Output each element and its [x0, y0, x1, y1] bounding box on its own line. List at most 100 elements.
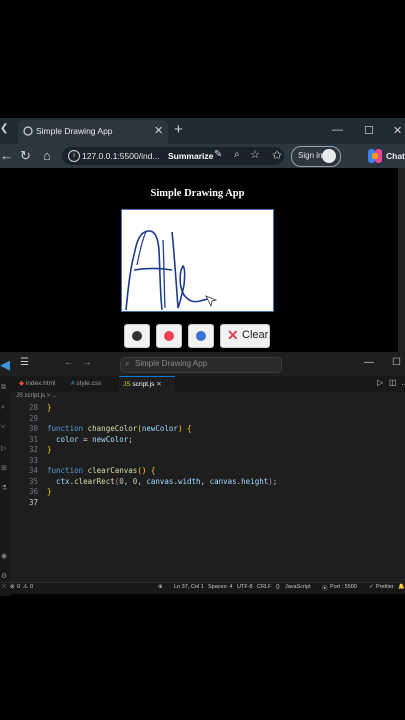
maximize-icon[interactable]: ☐	[392, 357, 401, 368]
line-number: 32	[28, 445, 38, 454]
refresh-icon[interactable]: ↻	[20, 148, 31, 164]
remote-icon[interactable]: ⤫	[2, 584, 6, 591]
clear-x-icon: ✕	[227, 327, 239, 343]
minimize-icon[interactable]: —	[332, 124, 343, 136]
url-text: 127.0.0.1:5500/ind...	[82, 151, 160, 161]
maximize-icon[interactable]: ☐	[364, 124, 374, 137]
clear-button[interactable]: ✕ Clear	[220, 324, 270, 348]
breadcrumb[interactable]: JS script.js > ...	[16, 393, 57, 399]
forward-icon[interactable]: →	[82, 357, 92, 368]
zoom-icon[interactable]: ⊕	[158, 584, 163, 590]
encoding[interactable]: UTF-8	[237, 584, 253, 590]
error-icon[interactable]: ⊗	[10, 584, 15, 590]
chat-label[interactable]: Chat	[386, 151, 405, 161]
clear-label: Clear	[242, 329, 269, 341]
account-icon[interactable]: ◉	[1, 552, 7, 560]
scrollbar[interactable]	[398, 168, 405, 352]
favorites-icon[interactable]: ✩	[272, 148, 282, 162]
line-number: 30	[28, 424, 38, 433]
star-icon[interactable]: ☆	[250, 148, 260, 161]
code-line: function changeColor(newColor) {	[47, 424, 192, 433]
line-number: 36	[28, 487, 38, 496]
browser-tab[interactable]: Simple Drawing App ✕	[18, 120, 168, 144]
search-icon[interactable]: ⌕	[1, 404, 5, 412]
status-bar: ⤫ ⊗ 0 ⚠ 0 ⊕ Ln 37, Col 1 Spaces: 4 UTF-8…	[0, 582, 405, 594]
browser-toolbar: ← ↻ ⌂ i 127.0.0.1:5500/ind... Summarize …	[0, 144, 405, 168]
language-mode[interactable]: JavaScript	[285, 584, 311, 590]
gear-icon[interactable]: ⚙	[1, 572, 7, 580]
browser-tab-bar: ❮ Simple Drawing App ✕ + — ☐ ✕	[0, 118, 405, 144]
source-control-icon[interactable]: ⑂	[1, 424, 5, 431]
back-icon[interactable]: ←	[64, 357, 74, 368]
home-icon[interactable]: ⌂	[43, 148, 51, 163]
summarize-button[interactable]: Summarize	[168, 151, 213, 161]
tab-list-icon[interactable]: ❮	[0, 123, 8, 134]
activity-bar: ⧉ ⌕ ⑂ ▷ ⊞ ⚗ ◉ ⚙	[0, 376, 11, 596]
sign-in-button[interactable]: Sign in	[291, 146, 341, 167]
back-icon[interactable]: ←	[0, 148, 13, 163]
split-editor-icon[interactable]: ◫	[389, 378, 397, 387]
line-number: 34	[28, 466, 38, 475]
vscode-titlebar: ◀ ☰ ← → ⌕ Simple Drawing App — ☐	[0, 352, 405, 376]
avatar-icon	[322, 149, 336, 163]
page-viewport: Simple Drawing App ✕ Clear	[0, 168, 405, 352]
indentation[interactable]: Spaces: 4	[208, 584, 232, 590]
command-center-label: Simple Drawing App	[135, 359, 208, 368]
drawing-canvas[interactable]	[121, 209, 274, 312]
tab-label: style.css	[76, 380, 102, 387]
window-close-icon[interactable]: ✕	[393, 124, 402, 137]
warning-icon[interactable]: ⚠	[23, 584, 28, 590]
color-button-red[interactable]	[156, 324, 182, 348]
code-line: color = newColor;	[56, 434, 133, 444]
line-number: 33	[28, 455, 38, 465]
close-icon[interactable]: ✕	[154, 124, 163, 137]
vscode-logo-icon: ◀	[0, 357, 10, 372]
run-icon[interactable]: ▷	[377, 378, 383, 387]
search-icon: ⌕	[125, 359, 130, 368]
line-endings[interactable]: CRLF	[257, 584, 271, 590]
command-center[interactable]: ⌕ Simple Drawing App	[120, 357, 282, 373]
tab-style-css[interactable]: # style.css	[67, 376, 115, 392]
code-line: }	[47, 487, 52, 496]
color-button-blue[interactable]	[188, 324, 214, 348]
error-count[interactable]: 0	[17, 584, 20, 590]
vscode-window: ◀ ☰ ← → ⌕ Simple Drawing App — ☐ ⧉ ⌕ ⑂ ▷…	[0, 352, 405, 596]
prettier-status[interactable]: Prettier	[376, 584, 394, 590]
new-tab-icon[interactable]: +	[174, 121, 183, 138]
favicon-icon	[23, 126, 33, 136]
info-icon[interactable]: i	[68, 150, 80, 162]
more-icon[interactable]: …	[401, 378, 405, 387]
bell-icon[interactable]: 🔔	[398, 584, 405, 590]
code-line: }	[47, 445, 52, 454]
testing-icon[interactable]: ⚗	[1, 484, 7, 492]
explorer-icon[interactable]: ⧉	[1, 384, 6, 392]
summarize-icon: ✎	[214, 149, 223, 160]
address-bar[interactable]: i 127.0.0.1:5500/ind... Summarize ✎ ⌕ ☆	[62, 147, 284, 165]
minimize-icon[interactable]: —	[364, 357, 374, 368]
cursor-position[interactable]: Ln 37, Col 1	[174, 584, 204, 590]
code-line: function clearCanvas() {	[47, 466, 156, 475]
tab-label: index.html	[25, 380, 56, 387]
color-button-black[interactable]	[124, 324, 150, 348]
tab-label: script.js	[132, 381, 155, 388]
js-file-icon: JS	[123, 381, 133, 388]
tab-title: Simple Drawing App	[36, 126, 113, 136]
extensions-icon[interactable]: ⊞	[1, 464, 7, 472]
drawing-strokes	[125, 230, 218, 311]
color-dot-icon	[132, 331, 142, 341]
copilot-icon[interactable]	[366, 147, 384, 165]
color-dot-icon	[196, 331, 206, 341]
menu-icon[interactable]: ☰	[20, 357, 29, 368]
broadcast-icon: ⦿	[322, 586, 328, 592]
tab-index-html[interactable]: ◆ index.html	[15, 376, 63, 392]
line-number: 31	[28, 434, 38, 444]
live-server-port[interactable]: Port : 5500	[330, 584, 357, 590]
warning-count[interactable]: 0	[30, 584, 33, 590]
page-title: Simple Drawing App	[150, 188, 245, 199]
tab-script-js[interactable]: JS script.js ✕	[119, 376, 175, 393]
search-icon[interactable]: ⌕	[234, 149, 240, 160]
run-debug-icon[interactable]: ▷	[1, 444, 6, 452]
browser-window: ❮ Simple Drawing App ✕ + — ☐ ✕ ← ↻ ⌂ i 1…	[0, 118, 405, 352]
color-dot-icon	[164, 331, 174, 341]
prettier-check-icon: ✓	[369, 584, 374, 590]
